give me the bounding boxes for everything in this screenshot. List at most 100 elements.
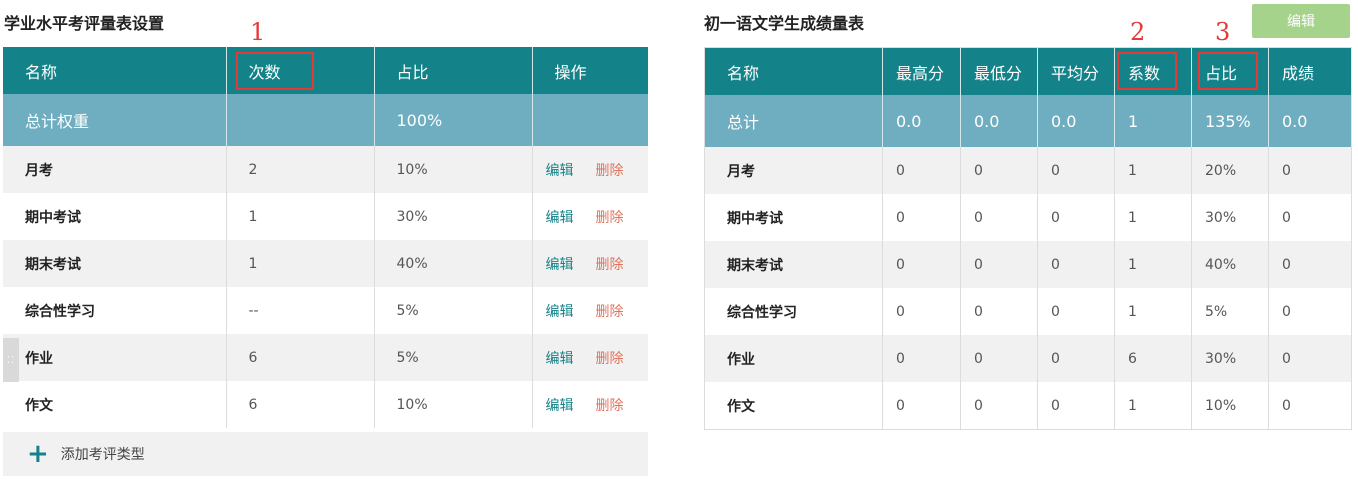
row-count: 6 (226, 381, 375, 428)
row-count: 1 (226, 240, 375, 287)
annotation-number-2: 2 (1130, 18, 1146, 46)
drag-handle-icon[interactable]: ⁚⁚ (3, 338, 19, 382)
cell: 0 (882, 335, 961, 382)
edit-link[interactable]: 编辑 (546, 351, 574, 367)
row-count: 1 (226, 193, 375, 240)
cell: 1 (1114, 382, 1192, 430)
plus-icon: + (27, 439, 49, 469)
student-score-scale-table: 名称 最高分 最低分 平均分 系数 占比 成绩 总计 0.0 0.0 0.0 1… (704, 47, 1352, 430)
cell: 0 (882, 382, 961, 430)
row-ratio: 30% (374, 193, 533, 240)
cell: 0 (882, 241, 961, 288)
annotation-box-3 (1198, 52, 1258, 90)
row-name: 作业 (704, 335, 883, 382)
add-assessment-type-label: 添加考评类型 (60, 447, 145, 463)
cell: 1 (1114, 147, 1192, 194)
cell: 30% (1191, 335, 1269, 382)
cell: 0 (1268, 147, 1352, 194)
edit-link[interactable]: 编辑 (546, 304, 574, 320)
cell: 0 (1268, 194, 1352, 241)
total-cell: 135% (1191, 95, 1269, 147)
cell: 0 (960, 194, 1038, 241)
edit-link[interactable]: 编辑 (546, 257, 574, 273)
cell: 40% (1191, 241, 1269, 288)
header-avg: 平均分 (1037, 47, 1115, 95)
total-ratio: 100% (374, 94, 533, 146)
total-cell: 0.0 (960, 95, 1038, 147)
table-header-row: 名称 次数 占比 操作 (3, 47, 648, 94)
cell: 0 (960, 382, 1038, 430)
table-row: 月考 2 10% 编辑 删除 (3, 146, 648, 193)
row-count: 2 (226, 146, 375, 193)
row-name: 作文 (3, 381, 227, 428)
total-actions (532, 94, 648, 146)
cell: 0 (960, 241, 1038, 288)
left-panel-title: 学业水平考评量表设置 (4, 14, 165, 33)
cell: 0 (882, 194, 961, 241)
header-score: 成绩 (1268, 47, 1352, 95)
table-row: 综合性学习 -- 5% 编辑 删除 (3, 287, 648, 334)
total-row: 总计 0.0 0.0 0.0 1 135% 0.0 (704, 95, 1352, 147)
cell: 1 (1114, 288, 1192, 335)
delete-link[interactable]: 删除 (596, 210, 624, 226)
table-row: 期末考试 1 40% 编辑 删除 (3, 240, 648, 287)
delete-link[interactable]: 删除 (596, 257, 624, 273)
header-ratio: 占比 (374, 47, 533, 94)
delete-link[interactable]: 删除 (596, 351, 624, 367)
row-actions: 编辑 删除 (532, 146, 648, 193)
row-name: 期中考试 (3, 193, 227, 240)
table-row: 期中考试 1 30% 编辑 删除 (3, 193, 648, 240)
row-name: 作文 (704, 382, 883, 430)
row-ratio: 5% (374, 287, 533, 334)
edit-link[interactable]: 编辑 (546, 210, 574, 226)
cell: 0 (882, 288, 961, 335)
row-actions: 编辑 删除 (532, 240, 648, 287)
edit-scale-button[interactable]: 编辑 (1252, 4, 1350, 38)
row-name: 综合性学习 (3, 287, 227, 334)
row-name: 综合性学习 (704, 288, 883, 335)
header-name: 名称 (3, 47, 227, 94)
total-weight-row: 总计权重 100% (3, 94, 648, 146)
row-name: 月考 (704, 147, 883, 194)
total-cell: 0.0 (1268, 95, 1352, 147)
table-row: 作文 0 0 0 1 10% 0 (704, 382, 1352, 430)
table-row: 作文 6 10% 编辑 删除 (3, 381, 648, 428)
table-row: 期末考试 0 0 0 1 40% 0 (704, 241, 1352, 288)
total-cell: 0.0 (882, 95, 961, 147)
total-cell: 总计 (704, 95, 883, 147)
table-row: 作业 0 0 0 6 30% 0 (704, 335, 1352, 382)
edit-link[interactable]: 编辑 (546, 398, 574, 414)
row-actions: 编辑 删除 (532, 287, 648, 334)
row-ratio: 10% (374, 381, 533, 428)
row-actions: 编辑 删除 (532, 381, 648, 428)
delete-link[interactable]: 删除 (596, 304, 624, 320)
cell: 10% (1191, 382, 1269, 430)
total-count (226, 94, 375, 146)
annotation-number-3: 3 (1215, 18, 1231, 46)
cell: 0 (1268, 241, 1352, 288)
annotation-box-1 (236, 52, 314, 90)
cell: 0 (882, 147, 961, 194)
cell: 0 (1268, 335, 1352, 382)
cell: 0 (1268, 382, 1352, 430)
cell: 20% (1191, 147, 1269, 194)
cell: 1 (1114, 241, 1192, 288)
assessment-settings-table: 名称 次数 占比 操作 总计权重 100% 月考 2 10% 编辑 删除 期中考试… (3, 47, 648, 428)
row-ratio: 5% (374, 334, 533, 381)
cell: 0 (1037, 241, 1115, 288)
annotation-number-1: 1 (250, 18, 266, 46)
edit-link[interactable]: 编辑 (546, 163, 574, 179)
table-row: 作业 6 5% 编辑 删除 (3, 334, 648, 381)
row-name: 月考 (3, 146, 227, 193)
right-panel-title: 初一语文学生成绩量表 (704, 14, 865, 33)
header-min: 最低分 (960, 47, 1038, 95)
header-actions: 操作 (532, 47, 648, 94)
row-count: 6 (226, 334, 375, 381)
add-assessment-type-button[interactable]: + 添加考评类型 (3, 432, 648, 476)
header-name: 名称 (704, 47, 883, 95)
delete-link[interactable]: 删除 (596, 163, 624, 179)
row-name: 作业 (3, 334, 227, 381)
delete-link[interactable]: 删除 (596, 398, 624, 414)
cell: 0 (1037, 335, 1115, 382)
row-actions: 编辑 删除 (532, 193, 648, 240)
